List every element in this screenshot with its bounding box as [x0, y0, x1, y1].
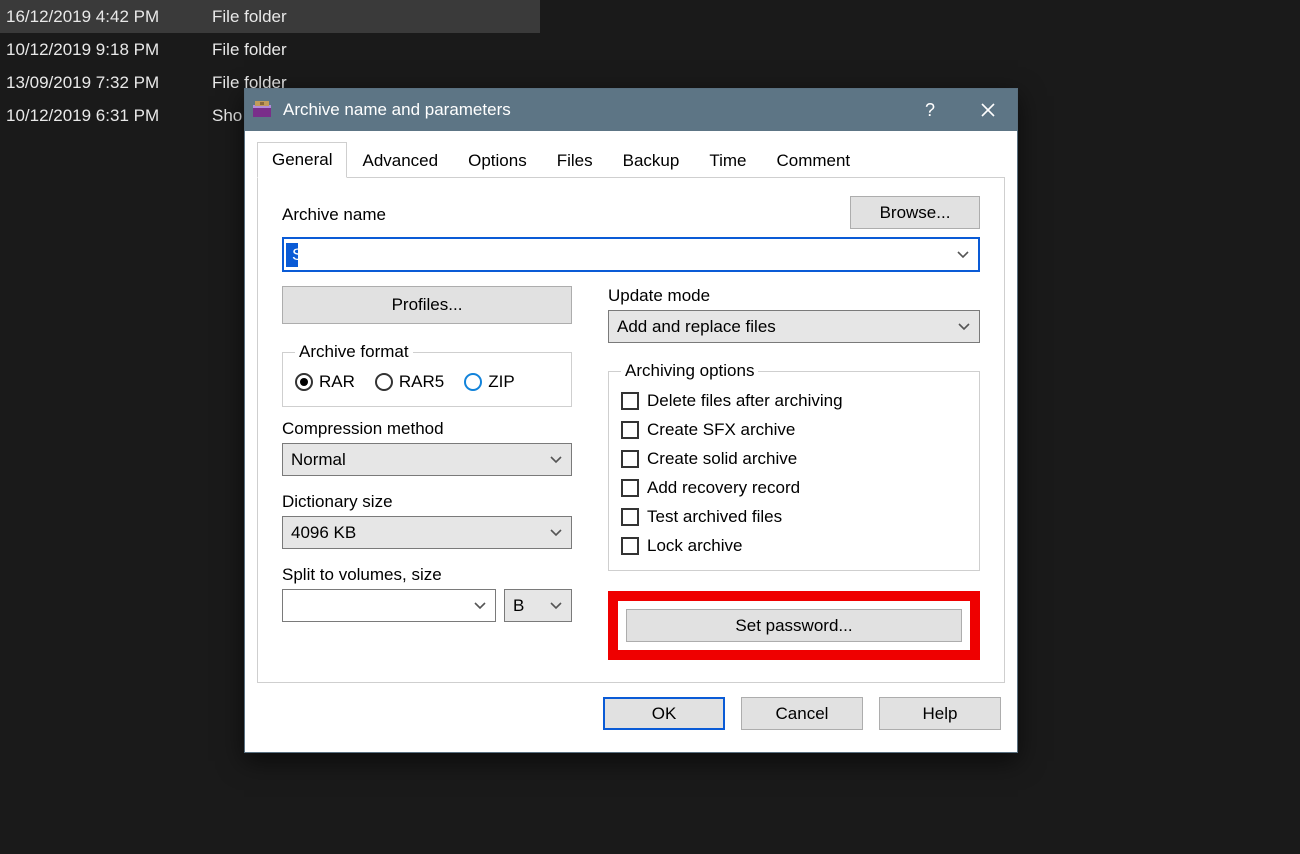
tab-general[interactable]: General: [257, 142, 347, 178]
close-button[interactable]: [959, 89, 1017, 131]
compression-label: Compression method: [282, 419, 572, 439]
radio-label: ZIP: [488, 372, 514, 392]
file-date: 13/09/2019 7:32 PM: [6, 73, 212, 93]
check-label: Lock archive: [647, 536, 742, 556]
checkbox-icon: [621, 508, 639, 526]
file-date: 10/12/2019 6:31 PM: [6, 106, 212, 126]
check-label: Delete files after archiving: [647, 391, 843, 411]
checkbox-icon: [621, 537, 639, 555]
archive-name-label: Archive name: [282, 205, 838, 225]
radio-zip[interactable]: ZIP: [464, 372, 514, 392]
archive-format-group: Archive format RAR RAR5: [282, 342, 572, 407]
file-row[interactable]: 10/12/2019 9:18 PM File folder: [0, 33, 540, 66]
file-row[interactable]: 16/12/2019 4:42 PM File folder: [0, 0, 540, 33]
set-password-highlight: Set password...: [608, 591, 980, 660]
dictionary-value: 4096 KB: [283, 523, 541, 543]
tab-time[interactable]: Time: [694, 143, 761, 178]
radio-rar[interactable]: RAR: [295, 372, 355, 392]
update-mode-select[interactable]: Add and replace files: [608, 310, 980, 343]
check-label: Create SFX archive: [647, 420, 795, 440]
archive-format-legend: Archive format: [295, 342, 413, 362]
browse-button[interactable]: Browse...: [850, 196, 980, 229]
checkbox-icon: [621, 479, 639, 497]
compression-value: Normal: [283, 450, 541, 470]
file-type: File folder: [212, 7, 287, 27]
update-mode-label: Update mode: [608, 286, 980, 306]
tabs-bar: General Advanced Options Files Backup Ti…: [245, 131, 1017, 177]
tab-backup[interactable]: Backup: [608, 143, 695, 178]
archive-name-value: Study.rar: [286, 243, 298, 267]
split-unit-select[interactable]: B: [504, 589, 572, 622]
check-lock[interactable]: Lock archive: [621, 536, 967, 556]
check-solid[interactable]: Create solid archive: [621, 449, 967, 469]
tab-comment[interactable]: Comment: [761, 143, 865, 178]
chevron-down-icon: [949, 311, 979, 342]
chevron-down-icon: [948, 239, 978, 270]
dictionary-select[interactable]: 4096 KB: [282, 516, 572, 549]
radio-label: RAR5: [399, 372, 444, 392]
help-titlebar-button[interactable]: ?: [901, 89, 959, 131]
set-password-button[interactable]: Set password...: [626, 609, 962, 642]
split-unit-value: B: [505, 596, 541, 616]
chevron-down-icon: [541, 444, 571, 475]
tab-options[interactable]: Options: [453, 143, 542, 178]
help-button[interactable]: Help: [879, 697, 1001, 730]
check-label: Test archived files: [647, 507, 782, 527]
tab-advanced[interactable]: Advanced: [347, 143, 453, 178]
checkbox-icon: [621, 392, 639, 410]
dialog-body: General Advanced Options Files Backup Ti…: [245, 131, 1017, 752]
profiles-button[interactable]: Profiles...: [282, 286, 572, 324]
check-delete-after[interactable]: Delete files after archiving: [621, 391, 967, 411]
archive-name-input[interactable]: Study.rar: [282, 237, 980, 272]
checkbox-icon: [621, 450, 639, 468]
tab-panel-general: Archive name Browse... Study.rar Profile…: [257, 177, 1005, 683]
close-icon: [981, 103, 995, 117]
check-recovery[interactable]: Add recovery record: [621, 478, 967, 498]
split-size-input[interactable]: [282, 589, 496, 622]
winrar-icon: [251, 99, 273, 121]
dictionary-label: Dictionary size: [282, 492, 572, 512]
split-label: Split to volumes, size: [282, 565, 572, 585]
radio-icon: [464, 373, 482, 391]
archiving-options-group: Archiving options Delete files after arc…: [608, 361, 980, 571]
check-test[interactable]: Test archived files: [621, 507, 967, 527]
chevron-down-icon: [541, 590, 571, 621]
check-label: Create solid archive: [647, 449, 797, 469]
check-sfx[interactable]: Create SFX archive: [621, 420, 967, 440]
checkbox-icon: [621, 421, 639, 439]
cancel-button[interactable]: Cancel: [741, 697, 863, 730]
compression-select[interactable]: Normal: [282, 443, 572, 476]
chevron-down-icon: [541, 517, 571, 548]
dialog-titlebar[interactable]: Archive name and parameters ?: [245, 89, 1017, 131]
radio-icon: [295, 373, 313, 391]
file-type: File folder: [212, 40, 287, 60]
tab-files[interactable]: Files: [542, 143, 608, 178]
file-date: 10/12/2019 9:18 PM: [6, 40, 212, 60]
update-mode-value: Add and replace files: [609, 317, 949, 337]
ok-button[interactable]: OK: [603, 697, 725, 730]
radio-label: RAR: [319, 372, 355, 392]
archiving-options-legend: Archiving options: [621, 361, 758, 381]
chevron-down-icon: [465, 590, 495, 621]
dialog-footer: OK Cancel Help: [245, 683, 1017, 740]
file-type: Sho: [212, 106, 242, 126]
dialog-title: Archive name and parameters: [283, 100, 511, 120]
radio-icon: [375, 373, 393, 391]
radio-rar5[interactable]: RAR5: [375, 372, 444, 392]
check-label: Add recovery record: [647, 478, 800, 498]
archive-dialog: Archive name and parameters ? General Ad…: [244, 88, 1018, 753]
file-date: 16/12/2019 4:42 PM: [6, 7, 212, 27]
